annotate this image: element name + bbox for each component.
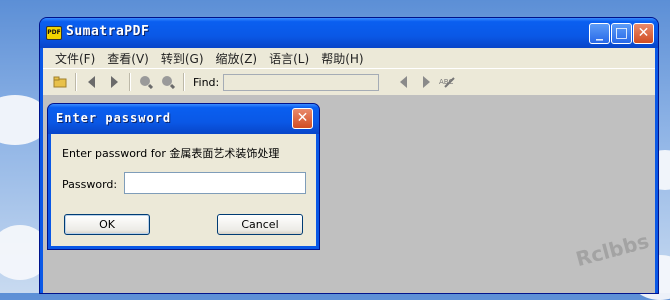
toolbar: Find: ABC [43,68,655,96]
dialog-close-button[interactable]: ✕ [292,108,313,129]
password-label: Password: [62,178,118,191]
ok-button[interactable]: OK [64,214,150,235]
find-input[interactable] [223,73,380,91]
password-input[interactable] [124,172,306,194]
cancel-button[interactable]: Cancel [217,214,303,235]
password-dialog: Enter password ✕ Enter password for 金属表面… [48,104,319,249]
zoom-in-icon[interactable] [135,71,157,93]
find-next-icon[interactable] [415,71,437,93]
menu-view[interactable]: 查看(V) [107,50,149,67]
minimize-button[interactable]: _ [589,23,610,44]
find-label: Find: [193,75,220,89]
dialog-message: Enter password for 金属表面艺术装饰处理 [62,147,280,160]
toolbar-separator [129,73,131,91]
menu-file[interactable]: 文件(F) [55,50,95,67]
prev-page-icon[interactable] [81,71,103,93]
zoom-out-icon[interactable] [157,71,179,93]
close-button[interactable]: ✕ [633,23,654,44]
open-icon[interactable] [49,71,71,93]
dialog-title: Enter password [56,111,172,125]
dialog-titlebar[interactable]: Enter password ✕ [48,104,319,134]
dialog-body: Enter password for 金属表面艺术装饰处理 Password: … [51,134,316,246]
app-pdf-icon: PDF [46,26,62,40]
menu-zoom[interactable]: 缩放(Z) [216,50,258,67]
next-page-icon[interactable] [103,71,125,93]
menu-bar: 文件(F) 查看(V) 转到(G) 缩放(Z) 语言(L) 帮助(H) [43,48,655,68]
match-case-icon[interactable]: ABC [437,71,459,93]
window-titlebar[interactable]: PDF SumatraPDF _ □ ✕ [40,18,658,48]
menu-language[interactable]: 语言(L) [269,50,309,67]
menu-goto[interactable]: 转到(G) [161,50,204,67]
find-prev-icon[interactable] [393,71,415,93]
maximize-button[interactable]: □ [611,23,632,44]
menu-help[interactable]: 帮助(H) [321,50,363,67]
toolbar-separator [183,73,185,91]
toolbar-separator [75,73,77,91]
window-title: SumatraPDF [66,24,150,39]
